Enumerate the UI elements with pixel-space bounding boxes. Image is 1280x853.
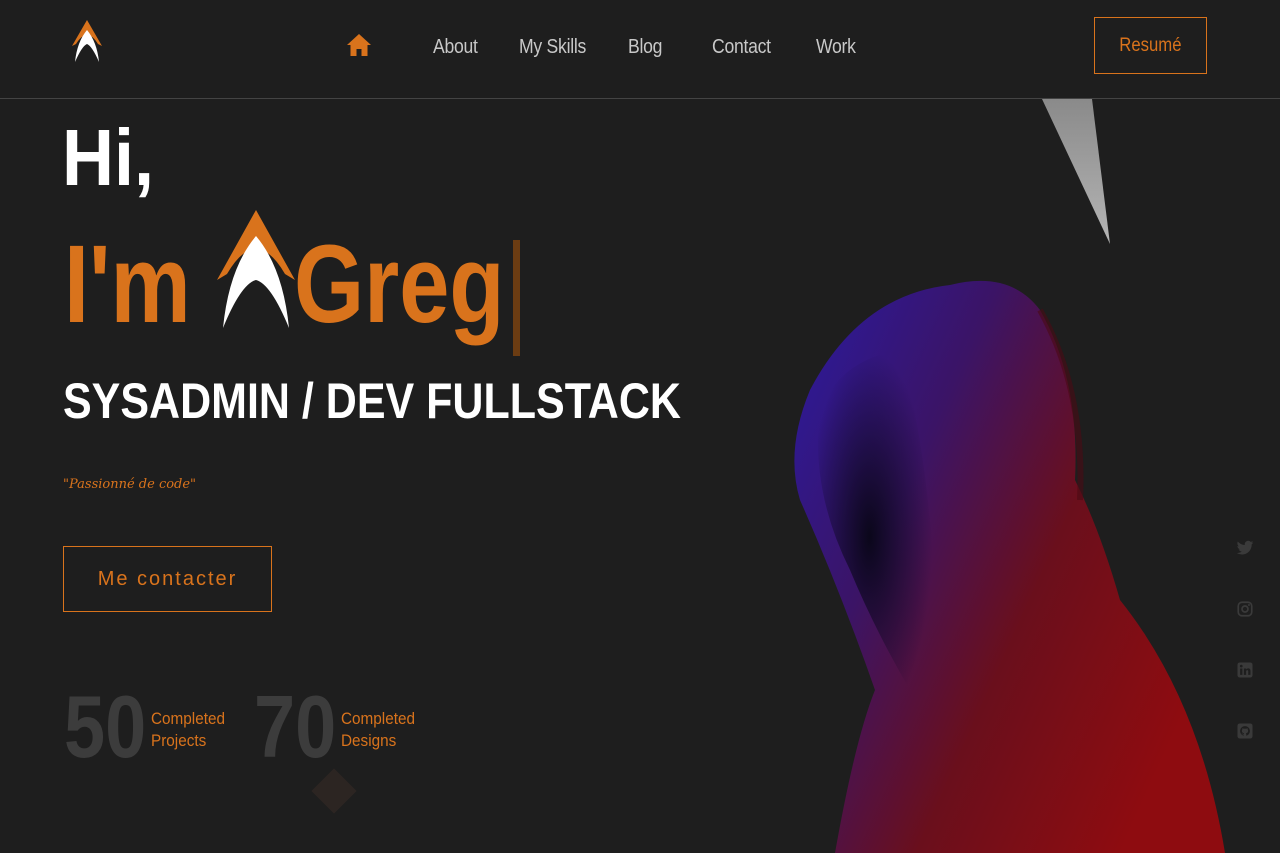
instagram-icon[interactable] (1236, 600, 1254, 618)
logo-mark-icon (217, 210, 295, 328)
resume-label: Resumé (1119, 34, 1182, 56)
typing-cursor (513, 240, 520, 356)
hero-quote: "Passionné de code" (63, 477, 197, 492)
hooded-figure-image (794, 280, 1225, 853)
hero-name: Greg (294, 223, 505, 346)
stat-label-designs-line1: Completed (341, 709, 415, 728)
logo[interactable] (72, 20, 102, 62)
decorative-spike (1042, 99, 1110, 244)
nav-about[interactable]: About (433, 36, 478, 59)
home-icon[interactable] (346, 32, 372, 58)
stat-label-projects-line1: Completed (151, 709, 225, 728)
twitter-icon[interactable] (1236, 539, 1254, 557)
github-icon[interactable] (1236, 722, 1254, 740)
hero-im: I'm (64, 223, 191, 346)
stat-number-projects: 50 (64, 677, 147, 776)
hero-subtitle: SYSADMIN / DEV FULLSTACK (63, 373, 681, 429)
nav-contact[interactable]: Contact (712, 36, 771, 59)
nav-my-skills[interactable]: My Skills (519, 36, 586, 59)
stat-number-designs: 70 (254, 677, 337, 776)
contact-button[interactable]: Me contacter (63, 546, 272, 612)
nav-blog[interactable]: Blog (628, 36, 662, 59)
hero-greeting: Hi, (62, 113, 155, 202)
stat-label-projects-line2: Projects (151, 731, 207, 750)
linkedin-icon[interactable] (1236, 661, 1254, 679)
nav-work[interactable]: Work (816, 36, 856, 59)
navbar: About My Skills Blog Contact Work Resumé (0, 0, 1280, 99)
resume-button[interactable]: Resumé (1094, 17, 1207, 74)
stat-label-designs-line2: Designs (341, 731, 397, 750)
